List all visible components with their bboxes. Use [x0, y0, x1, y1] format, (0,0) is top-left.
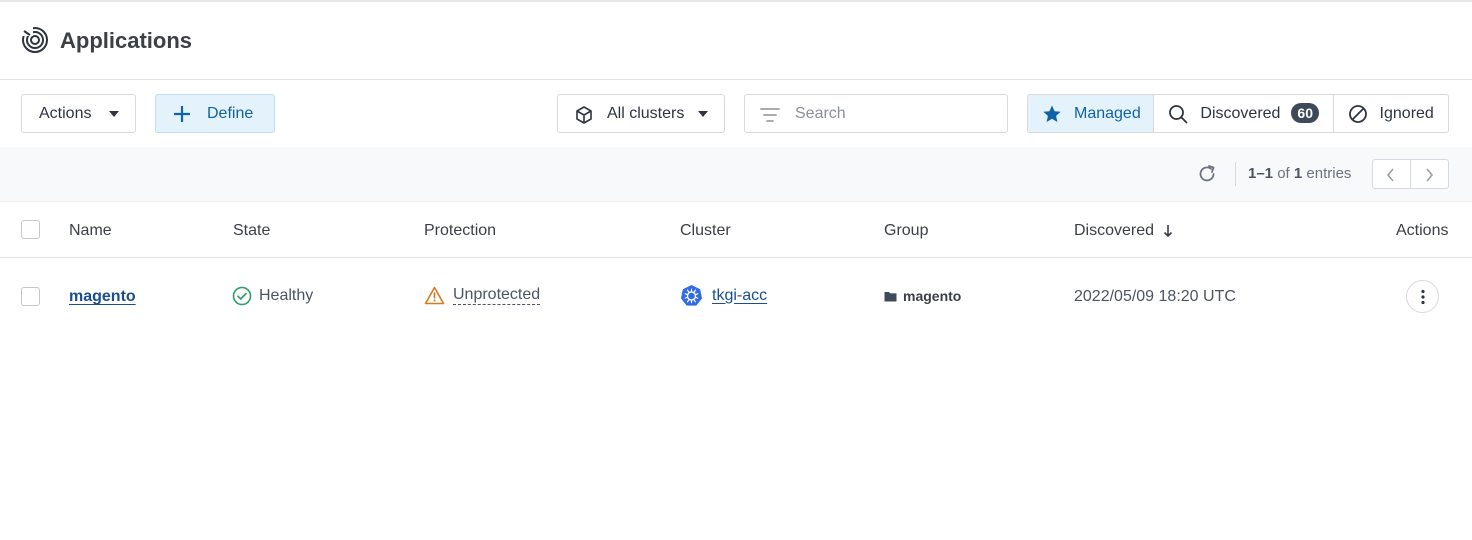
plus-icon: [174, 106, 190, 122]
more-vertical-icon: [1421, 289, 1425, 305]
group-cell: magento: [884, 288, 961, 304]
table-row: magento Healthy Unprotected tkgi-acc mag…: [0, 258, 1472, 336]
chevron-right-icon: [1425, 168, 1433, 182]
table-toolbar: 1–1 of 1 entries: [0, 147, 1472, 202]
kubernetes-icon: [680, 284, 703, 306]
protection-cell: Unprotected: [424, 286, 541, 305]
filter-icon: [760, 108, 780, 122]
application-name-link[interactable]: magento: [69, 288, 136, 306]
protection-status-link[interactable]: Unprotected: [453, 286, 541, 305]
check-circle-icon: [232, 286, 252, 306]
state-cell: Healthy: [232, 286, 313, 306]
next-page-button[interactable]: [1411, 160, 1449, 188]
group-label: magento: [903, 288, 962, 304]
filter-discovered-label: Discovered: [1200, 105, 1281, 122]
page-title: Applications: [60, 28, 193, 53]
column-header-state[interactable]: State: [233, 222, 270, 240]
search-input[interactable]: [795, 103, 995, 125]
search-icon: [1169, 105, 1188, 124]
actions-label: Actions: [39, 104, 92, 122]
select-all-checkbox[interactable]: [21, 220, 40, 239]
star-icon: [1043, 105, 1061, 122]
column-header-name[interactable]: Name: [69, 222, 112, 240]
previous-page-button[interactable]: [1373, 160, 1411, 188]
column-header-protection[interactable]: Protection: [424, 222, 496, 240]
divider: [1235, 162, 1236, 186]
column-header-discovered[interactable]: Discovered: [1074, 222, 1154, 240]
search-field[interactable]: [744, 94, 1008, 133]
define-button[interactable]: Define: [155, 94, 275, 133]
state-label: Healthy: [259, 287, 314, 304]
refresh-icon[interactable]: [1196, 163, 1218, 185]
filter-ignored[interactable]: Ignored: [1334, 95, 1448, 132]
sort-descending-icon[interactable]: [1163, 224, 1173, 238]
all-clusters-dropdown[interactable]: All clusters: [557, 94, 725, 133]
entries-word: entries: [1306, 165, 1352, 182]
folder-icon: [884, 291, 897, 301]
row-select-checkbox[interactable]: [21, 287, 40, 306]
define-label: Define: [207, 105, 254, 122]
filter-managed-label: Managed: [1074, 105, 1141, 122]
applications-spiral-icon: [21, 26, 48, 53]
filter-managed[interactable]: Managed: [1028, 95, 1155, 132]
warning-triangle-icon: [424, 286, 445, 305]
caret-down-icon: [698, 111, 708, 117]
cube-icon: [576, 106, 592, 124]
pagination-control: [1372, 159, 1449, 189]
column-header-group[interactable]: Group: [884, 222, 928, 240]
caret-down-icon: [109, 111, 119, 117]
discovered-count-badge: 60: [1291, 103, 1319, 123]
view-filter-segmented-control: Managed Discovered 60 Ignored: [1027, 94, 1449, 133]
entries-count: 1–1 of 1 entries: [1248, 165, 1351, 182]
filter-discovered[interactable]: Discovered 60: [1154, 95, 1334, 132]
table-header: Name State Protection Cluster Group Disc…: [0, 202, 1472, 258]
chevron-left-icon: [1386, 168, 1394, 182]
discovered-date: 2022/05/09 18:20 UTC: [1074, 288, 1236, 305]
entries-of: of: [1277, 165, 1290, 182]
filter-ignored-label: Ignored: [1379, 105, 1434, 122]
column-header-cluster[interactable]: Cluster: [680, 222, 731, 240]
cluster-cell: tkgi-acc: [680, 284, 767, 307]
column-header-actions: Actions: [1396, 222, 1449, 239]
page-header: Applications: [0, 2, 1472, 80]
clusters-label: All clusters: [607, 105, 685, 122]
cluster-link[interactable]: tkgi-acc: [712, 287, 767, 305]
row-actions-menu-button[interactable]: [1406, 280, 1439, 313]
ban-icon: [1348, 105, 1367, 123]
actions-dropdown-button[interactable]: Actions: [21, 94, 136, 133]
entries-range: 1–1: [1248, 165, 1274, 182]
entries-total: 1: [1293, 165, 1303, 182]
